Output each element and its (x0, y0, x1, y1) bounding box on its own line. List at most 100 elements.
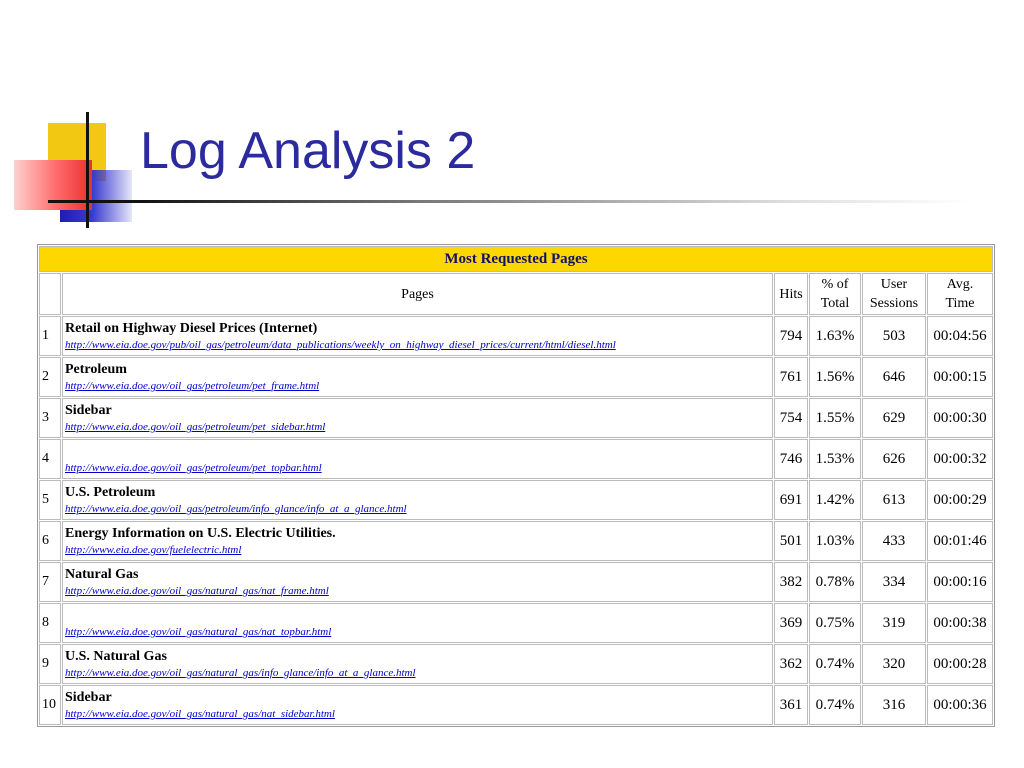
page-title: Retail on Highway Diesel Prices (Interne… (65, 321, 318, 336)
header-pages: Pages (62, 273, 773, 315)
row-index: 1 (39, 316, 61, 356)
page-title: Sidebar (65, 690, 112, 705)
table-caption: Most Requested Pages (39, 246, 993, 272)
table-row: 6 Energy Information on U.S. Electric Ut… (39, 521, 993, 561)
page-url-link[interactable]: http://www.eia.doe.gov/fuelelectric.html (65, 543, 770, 557)
percent-cell: 1.53% (809, 439, 861, 479)
page-cell: http://www.eia.doe.gov/oil_gas/petroleum… (62, 439, 773, 479)
hits-cell: 691 (774, 480, 808, 520)
page-title: U.S. Petroleum (65, 485, 156, 500)
page-url-link[interactable]: http://www.eia.doe.gov/oil_gas/natural_g… (65, 625, 770, 639)
sessions-cell: 613 (862, 480, 926, 520)
avg-time-cell: 00:01:46 (927, 521, 993, 561)
page-url-link[interactable]: http://www.eia.doe.gov/oil_gas/petroleum… (65, 502, 770, 516)
sessions-cell: 626 (862, 439, 926, 479)
avg-time-cell: 00:00:29 (927, 480, 993, 520)
avg-time-cell: 00:04:56 (927, 316, 993, 356)
row-index: 2 (39, 357, 61, 397)
hits-cell: 754 (774, 398, 808, 438)
hits-cell: 362 (774, 644, 808, 684)
page-cell: Energy Information on U.S. Electric Util… (62, 521, 773, 561)
row-index: 5 (39, 480, 61, 520)
hits-cell: 761 (774, 357, 808, 397)
sessions-cell: 646 (862, 357, 926, 397)
header-user-sessions: User Sessions (862, 273, 926, 315)
row-index: 10 (39, 685, 61, 725)
page-title (65, 607, 770, 625)
percent-cell: 0.74% (809, 685, 861, 725)
percent-cell: 0.78% (809, 562, 861, 602)
page-cell: U.S. Natural Gas http://www.eia.doe.gov/… (62, 644, 773, 684)
page-url-link[interactable]: http://www.eia.doe.gov/pub/oil_gas/petro… (65, 338, 770, 352)
avg-time-cell: 00:00:36 (927, 685, 993, 725)
row-index: 9 (39, 644, 61, 684)
page-title: Petroleum (65, 362, 127, 377)
sessions-cell: 629 (862, 398, 926, 438)
page-url-link[interactable]: http://www.eia.doe.gov/oil_gas/natural_g… (65, 707, 770, 721)
hits-cell: 746 (774, 439, 808, 479)
table-row: 2 Petroleum http://www.eia.doe.gov/oil_g… (39, 357, 993, 397)
header-avg-time: Avg. Time (927, 273, 993, 315)
table-row: 4 http://www.eia.doe.gov/oil_gas/petrole… (39, 439, 993, 479)
avg-time-cell: 00:00:15 (927, 357, 993, 397)
page-title: Sidebar (65, 403, 112, 418)
header-percent-line2: Total (820, 296, 850, 311)
slide-title: Log Analysis 2 (140, 122, 476, 180)
header-sessions-line1: User (880, 277, 908, 292)
percent-cell: 1.56% (809, 357, 861, 397)
table-row: 1 Retail on Highway Diesel Prices (Inter… (39, 316, 993, 356)
decor-vertical-line (86, 112, 89, 228)
page-url-link[interactable]: http://www.eia.doe.gov/oil_gas/petroleum… (65, 420, 770, 434)
table-row: 7 Natural Gas http://www.eia.doe.gov/oil… (39, 562, 993, 602)
hits-cell: 369 (774, 603, 808, 643)
table-row: 5 U.S. Petroleum http://www.eia.doe.gov/… (39, 480, 993, 520)
page-url-link[interactable]: http://www.eia.doe.gov/oil_gas/petroleum… (65, 379, 770, 393)
hits-cell: 361 (774, 685, 808, 725)
page-title: Energy Information on U.S. Electric Util… (65, 526, 336, 541)
page-cell: U.S. Petroleum http://www.eia.doe.gov/oi… (62, 480, 773, 520)
row-index: 6 (39, 521, 61, 561)
page-title: U.S. Natural Gas (65, 649, 167, 664)
header-percent-line1: % of (821, 277, 849, 292)
page-url-link[interactable]: http://www.eia.doe.gov/oil_gas/natural_g… (65, 666, 770, 680)
hits-cell: 382 (774, 562, 808, 602)
page-url-link[interactable]: http://www.eia.doe.gov/oil_gas/petroleum… (65, 461, 770, 475)
row-index: 7 (39, 562, 61, 602)
sessions-cell: 503 (862, 316, 926, 356)
header-percent-total: % of Total (809, 273, 861, 315)
avg-time-cell: 00:00:38 (927, 603, 993, 643)
percent-cell: 1.42% (809, 480, 861, 520)
table-row: 8 http://www.eia.doe.gov/oil_gas/natural… (39, 603, 993, 643)
table-row: 3 Sidebar http://www.eia.doe.gov/oil_gas… (39, 398, 993, 438)
header-time-line2: Time (945, 296, 975, 311)
percent-cell: 1.63% (809, 316, 861, 356)
table-caption-row: Most Requested Pages (39, 246, 993, 272)
sessions-cell: 316 (862, 685, 926, 725)
header-index (39, 273, 61, 315)
page-cell: Sidebar http://www.eia.doe.gov/oil_gas/p… (62, 398, 773, 438)
avg-time-cell: 00:00:32 (927, 439, 993, 479)
row-index: 4 (39, 439, 61, 479)
page-title (65, 443, 770, 461)
header-hits: Hits (774, 273, 808, 315)
most-requested-pages-table: Most Requested Pages Pages Hits % of Tot… (37, 244, 995, 727)
header-sessions-line2: Sessions (869, 296, 919, 311)
avg-time-cell: 00:00:30 (927, 398, 993, 438)
sessions-cell: 433 (862, 521, 926, 561)
row-index: 8 (39, 603, 61, 643)
header-time-line1: Avg. (946, 277, 974, 292)
page-url-link[interactable]: http://www.eia.doe.gov/oil_gas/natural_g… (65, 584, 770, 598)
percent-cell: 0.74% (809, 644, 861, 684)
page-cell: Retail on Highway Diesel Prices (Interne… (62, 316, 773, 356)
page-cell: Natural Gas http://www.eia.doe.gov/oil_g… (62, 562, 773, 602)
sessions-cell: 319 (862, 603, 926, 643)
percent-cell: 0.75% (809, 603, 861, 643)
table-header-row: Pages Hits % of Total User Sessions Avg.… (39, 273, 993, 315)
avg-time-cell: 00:00:28 (927, 644, 993, 684)
table-row: 9 U.S. Natural Gas http://www.eia.doe.go… (39, 644, 993, 684)
row-index: 3 (39, 398, 61, 438)
page-cell: Sidebar http://www.eia.doe.gov/oil_gas/n… (62, 685, 773, 725)
hits-cell: 501 (774, 521, 808, 561)
sessions-cell: 320 (862, 644, 926, 684)
decor-title-underline (48, 200, 968, 203)
